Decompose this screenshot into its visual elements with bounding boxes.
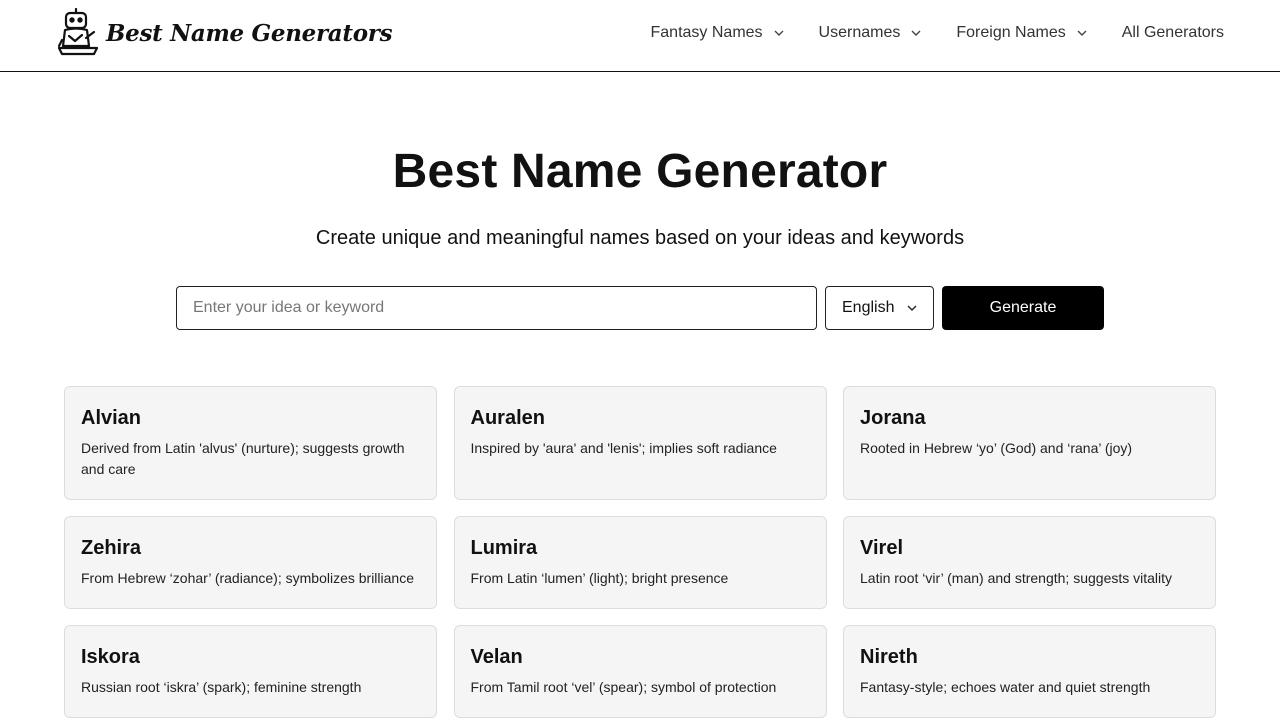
- card-name: Jorana: [860, 407, 926, 429]
- card-description: Inspired by 'aura' and 'lenis'; implies …: [470, 440, 777, 456]
- card-name: Velan: [470, 646, 523, 668]
- nav-foreign-names[interactable]: Foreign Names: [956, 24, 1087, 42]
- card-name: Nireth: [860, 646, 918, 668]
- card-name: Auralen: [470, 407, 545, 429]
- robot-mascot-icon: [57, 8, 99, 56]
- name-card[interactable]: Lumira From Latin ‘lumen’ (light); brigh…: [453, 516, 827, 609]
- site-logo[interactable]: Best Name Generators: [56, 8, 393, 58]
- name-card[interactable]: Iskora Russian root ‘iskra’ (spark); fem…: [64, 625, 437, 718]
- card-description: Russian root ‘iskra’ (spark); feminine s…: [81, 679, 362, 695]
- page-subtitle: Create unique and meaningful names based…: [315, 227, 965, 249]
- chevron-down-icon: [1077, 30, 1087, 36]
- chevron-down-icon: [907, 305, 917, 311]
- language-select[interactable]: English: [825, 286, 934, 330]
- name-card[interactable]: Virel Latin root ‘vir’ (man) and strengt…: [843, 516, 1216, 609]
- card-description: From Latin ‘lumen’ (light); bright prese…: [470, 570, 729, 586]
- card-name: Lumira: [470, 537, 538, 559]
- nav-usernames[interactable]: Usernames: [819, 24, 923, 42]
- nav-label: Foreign Names: [956, 24, 1066, 41]
- nav-label: All Generators: [1121, 24, 1224, 41]
- name-card[interactable]: Velan From Tamil root ‘vel’ (spear); sym…: [453, 625, 827, 718]
- card-description: From Hebrew ‘zohar’ (radiance); symboliz…: [81, 570, 414, 586]
- card-name: Virel: [860, 537, 903, 559]
- name-card[interactable]: Zehira From Hebrew ‘zohar’ (radiance); s…: [64, 516, 437, 609]
- nav-all-generators[interactable]: All Generators: [1122, 24, 1224, 42]
- site-header: Best Name Generators Fantasy Names Usern…: [0, 0, 1280, 72]
- nav-label: Usernames: [818, 24, 901, 41]
- keyword-input[interactable]: [176, 286, 817, 330]
- nav-label: Fantasy Names: [650, 24, 763, 41]
- generator-form: English Generate: [176, 286, 1104, 330]
- chevron-down-icon: [911, 30, 921, 36]
- card-description: Derived from Latin 'alvus' (nurture); su…: [81, 440, 405, 477]
- name-card[interactable]: Auralen Inspired by 'aura' and 'lenis'; …: [453, 386, 827, 500]
- logo-text: Best Name Generators: [106, 19, 393, 47]
- card-description: Latin root ‘vir’ (man) and strength; sug…: [860, 570, 1173, 586]
- language-value: English: [842, 299, 895, 316]
- card-description: From Tamil root ‘vel’ (spear); symbol of…: [470, 679, 777, 695]
- card-description: Fantasy-style; echoes water and quiet st…: [860, 679, 1151, 695]
- results-grid: Alvian Derived from Latin 'alvus' (nurtu…: [64, 386, 1216, 718]
- nav-fantasy-names[interactable]: Fantasy Names: [651, 24, 785, 42]
- page-title: Best Name Generator: [392, 145, 888, 198]
- name-card[interactable]: Alvian Derived from Latin 'alvus' (nurtu…: [64, 386, 437, 500]
- name-card[interactable]: Jorana Rooted in Hebrew ‘yo’ (God) and ‘…: [843, 386, 1216, 500]
- chevron-down-icon: [774, 30, 784, 36]
- card-description: Rooted in Hebrew ‘yo’ (God) and ‘rana’ (…: [860, 440, 1133, 456]
- generate-button[interactable]: Generate: [942, 286, 1104, 330]
- name-card[interactable]: Nireth Fantasy-style; echoes water and q…: [843, 625, 1216, 718]
- card-name: Alvian: [81, 407, 142, 429]
- card-name: Zehira: [81, 537, 142, 559]
- card-name: Iskora: [81, 646, 140, 668]
- main-nav: Fantasy Names Usernames Foreign Names Al…: [651, 24, 1225, 42]
